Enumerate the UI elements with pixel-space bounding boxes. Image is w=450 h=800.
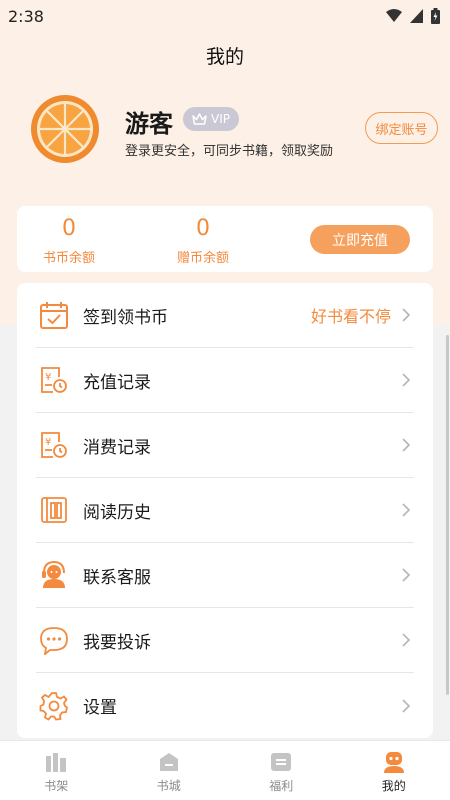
- menu-item-label: 签到领书币: [83, 307, 168, 328]
- consume-record-icon: ¥: [38, 429, 70, 461]
- menu-item-label: 消费记录: [83, 437, 151, 458]
- chevron-right-icon: [402, 633, 411, 647]
- battery-icon: [431, 8, 440, 24]
- chevron-right-icon: [402, 308, 411, 322]
- svg-text:¥: ¥: [45, 372, 51, 383]
- crown-icon: [192, 113, 207, 125]
- coin-balance-value: 0: [62, 216, 76, 241]
- vip-label: VIP: [211, 112, 230, 126]
- menu-item-consume-record[interactable]: ¥ 消费记录: [36, 413, 414, 478]
- bookshelf-icon: [46, 753, 67, 772]
- profile-section: 游客 VIP 登录更安全，可同步书籍，领取奖励 绑定账号: [30, 94, 438, 166]
- status-time: 2:38: [8, 6, 44, 26]
- menu-item-checkin[interactable]: 签到领书币 好书看不停: [36, 283, 414, 348]
- menu-item-customer-service[interactable]: 联系客服: [36, 543, 414, 608]
- tab-label: 福利: [269, 779, 294, 793]
- coin-balance[interactable]: 0 书币余额: [29, 214, 109, 266]
- settings-gear-icon: [38, 690, 70, 722]
- signal-icon: [410, 9, 423, 23]
- tab-label: 书城: [156, 779, 181, 793]
- gift-balance[interactable]: 0 赠币余额: [163, 214, 243, 266]
- tab-welfare[interactable]: 福利: [225, 741, 338, 800]
- tab-mine[interactable]: 我的: [338, 741, 450, 800]
- status-bar: 2:38: [0, 0, 450, 32]
- menu-item-promo: 好书看不停: [310, 307, 391, 326]
- tab-bookstore[interactable]: 书城: [113, 741, 226, 800]
- profile-icon: [383, 752, 404, 773]
- balance-card: 0 书币余额 0 赠币余额 立即充值: [17, 206, 433, 272]
- bookstore-icon: [159, 753, 178, 771]
- menu-item-label: 设置: [83, 698, 117, 718]
- page-title: 我的: [205, 46, 244, 68]
- gift-balance-value: 0: [196, 216, 210, 241]
- tab-label: 我的: [381, 779, 406, 793]
- menu-item-label: 我要投诉: [83, 632, 151, 653]
- recharge-button[interactable]: 立即充值: [310, 225, 410, 254]
- menu-item-label: 充值记录: [83, 372, 151, 393]
- chevron-right-icon: [402, 698, 411, 713]
- welfare-icon: [271, 753, 292, 771]
- profile-subtitle: 登录更安全，可同步书籍，领取奖励: [125, 144, 334, 159]
- calendar-checkin-icon: [38, 299, 70, 331]
- customer-service-icon: [38, 559, 70, 591]
- wifi-icon: [386, 9, 402, 22]
- reading-history-icon: [38, 494, 70, 526]
- tab-label: 书架: [44, 779, 69, 793]
- scrollbar[interactable]: [446, 335, 449, 695]
- bind-account-button[interactable]: 绑定账号: [365, 112, 438, 144]
- status-icons: [386, 8, 440, 24]
- orange-avatar-icon[interactable]: [30, 94, 100, 164]
- chevron-right-icon: [402, 373, 411, 387]
- menu-item-complaint[interactable]: 我要投诉: [36, 608, 414, 673]
- recharge-record-icon: ¥: [38, 364, 70, 396]
- complaint-chat-icon: [38, 624, 70, 656]
- svg-text:¥: ¥: [45, 437, 51, 448]
- menu-item-label: 联系客服: [83, 567, 151, 588]
- username: 游客: [125, 110, 173, 138]
- chevron-right-icon: [402, 438, 411, 452]
- menu-item-recharge-record[interactable]: ¥ 充值记录: [36, 348, 414, 413]
- chevron-right-icon: [402, 568, 411, 582]
- vip-badge: VIP: [183, 107, 239, 131]
- tab-bookshelf[interactable]: 书架: [0, 741, 113, 800]
- chevron-right-icon: [402, 503, 411, 517]
- menu-item-reading-history[interactable]: 阅读历史: [36, 478, 414, 543]
- menu-item-label: 阅读历史: [83, 502, 151, 523]
- bottom-tab-bar: 书架 书城 福利 我的: [0, 740, 450, 800]
- gift-balance-label: 赠币余额: [176, 251, 229, 266]
- menu-item-settings[interactable]: 设置: [36, 673, 414, 738]
- menu-card: 签到领书币 好书看不停 ¥ 充值记录 ¥ 消费记录 阅读历史 联系客服 我要投诉…: [17, 283, 433, 738]
- coin-balance-label: 书币余额: [42, 251, 95, 266]
